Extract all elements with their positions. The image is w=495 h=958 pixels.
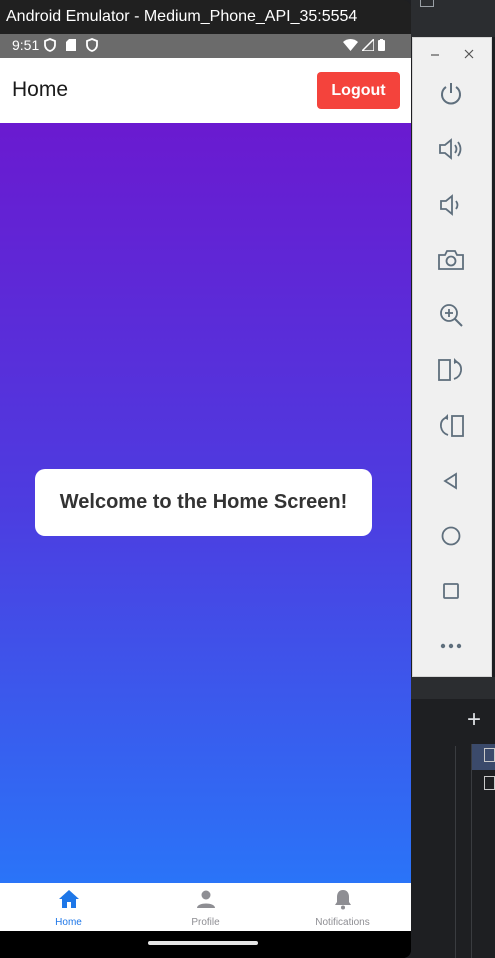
home-circle-icon bbox=[441, 526, 461, 546]
volume-up-button[interactable] bbox=[435, 133, 467, 165]
ide-file-icon[interactable] bbox=[484, 748, 495, 762]
volume-up-icon bbox=[439, 138, 462, 160]
window-title: Android Emulator - Medium_Phone_API_35:5… bbox=[0, 0, 411, 34]
rotate-right-button[interactable] bbox=[435, 410, 467, 442]
close-icon[interactable] bbox=[461, 46, 477, 62]
logout-button[interactable]: Logout bbox=[317, 72, 400, 109]
zoom-button[interactable] bbox=[435, 299, 467, 331]
tab-notifications-label: Notifications bbox=[315, 917, 370, 928]
ide-window-icon bbox=[420, 0, 434, 7]
emulator-toolbar bbox=[412, 37, 492, 677]
welcome-text: Welcome to the Home Screen! bbox=[59, 491, 348, 513]
battery-icon bbox=[378, 39, 385, 51]
tab-home[interactable]: Home bbox=[0, 883, 137, 931]
back-icon bbox=[443, 472, 457, 490]
phone-screen: 9:51 Home Logout Welcome to the Home Scr… bbox=[0, 34, 411, 958]
tab-notifications[interactable]: Notifications bbox=[274, 883, 411, 931]
rotate-right-icon bbox=[439, 414, 464, 437]
rotate-left-button[interactable] bbox=[435, 354, 467, 386]
ide-divider bbox=[471, 744, 472, 958]
ide-top-area bbox=[411, 0, 495, 37]
app-bar: Home Logout bbox=[0, 58, 411, 123]
home-content: Welcome to the Home Screen! bbox=[0, 123, 411, 883]
rotate-left-icon bbox=[438, 358, 463, 381]
shield-icon bbox=[44, 38, 56, 52]
ide-file-icon[interactable] bbox=[484, 776, 495, 790]
overview-icon bbox=[443, 583, 459, 599]
tab-home-label: Home bbox=[55, 917, 82, 928]
tab-profile-label: Profile bbox=[191, 917, 220, 928]
bell-icon bbox=[334, 890, 351, 910]
ide-divider bbox=[455, 746, 456, 958]
home-icon bbox=[58, 890, 79, 908]
power-button[interactable] bbox=[435, 78, 467, 110]
overview-button[interactable] bbox=[435, 575, 467, 607]
wifi-icon bbox=[343, 39, 358, 51]
ide-strip bbox=[411, 677, 495, 699]
signal-icon bbox=[362, 39, 374, 51]
more-icon bbox=[440, 643, 462, 649]
power-icon bbox=[441, 83, 461, 105]
minimize-icon[interactable] bbox=[427, 46, 443, 62]
person-icon bbox=[196, 890, 215, 908]
shield-icon bbox=[86, 38, 98, 52]
volume-down-icon bbox=[440, 194, 459, 216]
page-title: Home bbox=[12, 78, 69, 101]
gesture-handle[interactable] bbox=[148, 941, 258, 945]
status-time: 9:51 bbox=[12, 37, 40, 53]
emulator-window: Android Emulator - Medium_Phone_API_35:5… bbox=[0, 0, 411, 958]
ide-add-icon[interactable]: + bbox=[467, 708, 481, 732]
tab-profile[interactable]: Profile bbox=[137, 883, 274, 931]
ide-bottom-area bbox=[411, 677, 495, 958]
camera-icon bbox=[438, 250, 464, 270]
volume-down-button[interactable] bbox=[435, 189, 467, 221]
home-button[interactable] bbox=[435, 520, 467, 552]
bottom-navigation: Home Profile Notifications bbox=[0, 883, 411, 931]
sd-card-icon bbox=[66, 39, 76, 51]
gesture-area bbox=[0, 931, 411, 958]
zoom-icon bbox=[440, 304, 463, 327]
back-button[interactable] bbox=[435, 465, 467, 497]
screenshot-button[interactable] bbox=[435, 244, 467, 276]
more-button[interactable] bbox=[435, 630, 467, 662]
status-bar: 9:51 bbox=[0, 34, 411, 58]
welcome-card: Welcome to the Home Screen! bbox=[35, 469, 372, 536]
